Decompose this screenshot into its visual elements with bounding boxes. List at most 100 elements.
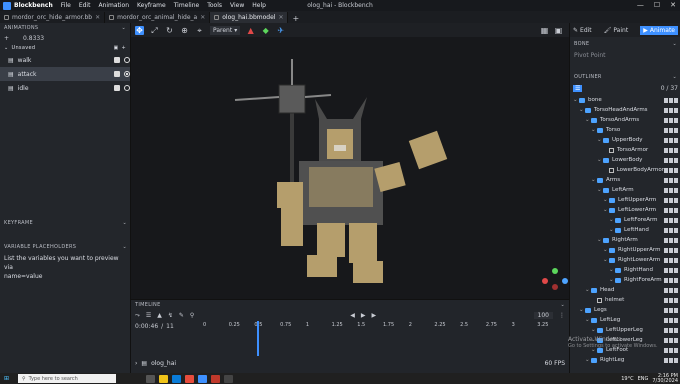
close-tab-icon[interactable]: ✕: [200, 14, 205, 21]
animation-group[interactable]: ⌄ Unsaved ▣ +: [0, 43, 130, 53]
visibility-lock-icons[interactable]: [664, 97, 680, 103]
pen-icon[interactable]: ✎: [179, 312, 184, 319]
menu-keyframe[interactable]: Keyframe: [137, 2, 166, 9]
animation-item-walk[interactable]: ▤ walk: [0, 53, 130, 67]
tab-mordor-orc-animal-hide[interactable]: mordor_orc_animal_hide_a ✕: [105, 12, 211, 23]
mirror-y-icon[interactable]: ◆: [261, 26, 270, 35]
visibility-lock-icons[interactable]: [664, 307, 680, 313]
pivot-tool-icon[interactable]: ⊕: [180, 26, 189, 35]
visibility-lock-icons[interactable]: [664, 117, 680, 123]
play-icon[interactable]: ▶: [361, 312, 366, 319]
chrome-icon[interactable]: [185, 374, 194, 383]
visibility-lock-icons[interactable]: [664, 337, 680, 343]
visibility-lock-icons[interactable]: [664, 267, 680, 273]
outliner-item[interactable]: ⌄ LeftForeArm: [570, 215, 680, 225]
outliner-item[interactable]: ⌄ RightArm: [570, 235, 680, 245]
panel-collapse-icon[interactable]: ⌄: [673, 41, 678, 47]
visibility-lock-icons[interactable]: [664, 167, 680, 173]
visibility-lock-icons[interactable]: [664, 197, 680, 203]
fullscreen-icon[interactable]: ▣: [554, 26, 563, 35]
outliner-item[interactable]: ⌄ LeftHand: [570, 225, 680, 235]
windows-start-icon[interactable]: ⊞: [4, 375, 14, 383]
play-toggle-icon[interactable]: [124, 71, 130, 77]
outliner-item[interactable]: ⌄ LeftLeg: [570, 315, 680, 325]
outliner-item[interactable]: ⌄ RightUpperArm: [570, 245, 680, 255]
keyframe-tool-icon[interactable]: ▲: [157, 312, 162, 319]
menu-timeline[interactable]: Timeline: [174, 2, 200, 9]
menu-help[interactable]: Help: [252, 2, 266, 9]
visibility-lock-icons[interactable]: [664, 137, 680, 143]
play-toggle-icon[interactable]: [124, 85, 130, 91]
rotate-tool-icon[interactable]: ↻: [165, 26, 174, 35]
file-explorer-icon[interactable]: [159, 374, 168, 383]
playback-speed-field[interactable]: 100: [533, 312, 553, 319]
language-indicator[interactable]: ENG: [638, 376, 649, 382]
taskbar-search[interactable]: ⚲ Type here to search: [18, 374, 116, 383]
mode-paint[interactable]: 🖌 Paint: [604, 27, 628, 34]
add-animation-icon[interactable]: +: [4, 35, 9, 42]
3d-viewport[interactable]: ✥ ⤢ ↻ ⊕ ⌖ Parent ▾ ▲ ◆ ✈ ▦ ▣: [131, 23, 569, 299]
tab-mordor-orc-hide-armor[interactable]: mordor_orc_hide_armor.bb ✕: [0, 12, 106, 23]
menu-animation[interactable]: Animation: [98, 2, 129, 9]
menu-file[interactable]: File: [61, 2, 71, 9]
visibility-lock-icons[interactable]: [664, 127, 680, 133]
save-animation-icon[interactable]: [114, 71, 120, 77]
outliner-item[interactable]: ⌄ RightForeArm: [570, 275, 680, 285]
next-frame-icon[interactable]: ▶: [372, 312, 377, 319]
menu-edit[interactable]: Edit: [79, 2, 91, 9]
visibility-lock-icons[interactable]: [664, 207, 680, 213]
outliner-item[interactable]: ⌄ LeftUpperLeg: [570, 325, 680, 335]
outliner-item[interactable]: ⌄ UpperBody: [570, 135, 680, 145]
panel-collapse-icon[interactable]: ⌄: [123, 244, 128, 250]
outliner-item[interactable]: ⌄ LeftArm: [570, 185, 680, 195]
olog-hai-model[interactable]: [131, 37, 569, 299]
visibility-lock-icons[interactable]: [664, 277, 680, 283]
outliner-item[interactable]: ⌄ LeftLowerArm: [570, 205, 680, 215]
outliner-item[interactable]: ⌄ RightLowerArm: [570, 255, 680, 265]
view-options-icon[interactable]: ▦: [540, 26, 549, 35]
visibility-lock-icons[interactable]: [664, 187, 680, 193]
outliner-item[interactable]: ⌄ Arms: [570, 175, 680, 185]
axis-neg-icon[interactable]: [552, 284, 558, 290]
mode-edit[interactable]: ✎ Edit: [573, 27, 592, 34]
add-icon[interactable]: +: [122, 45, 127, 51]
panel-collapse-icon[interactable]: ⌄: [123, 220, 128, 226]
visibility-lock-icons[interactable]: [664, 147, 680, 153]
vertex-snap-icon[interactable]: ⌖: [195, 26, 204, 35]
save-icon[interactable]: ▣: [113, 45, 118, 51]
outliner-item[interactable]: ⌄ LowerBody: [570, 155, 680, 165]
axis-gizmo[interactable]: [542, 268, 568, 290]
outliner-item[interactable]: TorsoArmor: [570, 145, 680, 155]
timeline-playhead[interactable]: [257, 321, 260, 356]
animation-item-idle[interactable]: ▤ idle: [0, 81, 130, 95]
visibility-lock-icons[interactable]: [664, 327, 680, 333]
visibility-lock-icons[interactable]: [664, 297, 680, 303]
play-toggle-icon[interactable]: [124, 57, 130, 63]
axis-y-icon[interactable]: [552, 268, 558, 274]
outliner-item[interactable]: ⌄ bone: [570, 95, 680, 105]
save-animation-icon[interactable]: [114, 85, 120, 91]
move-tool-icon[interactable]: ✥: [135, 25, 144, 35]
task-view-icon[interactable]: [146, 374, 155, 383]
mirror-x-icon[interactable]: ▲: [246, 26, 255, 35]
axis-z-icon[interactable]: [562, 278, 568, 284]
panel-collapse-icon[interactable]: ⌄: [122, 25, 127, 31]
edge-icon[interactable]: [172, 374, 181, 383]
minimize-icon[interactable]: —: [637, 1, 644, 9]
outliner-item[interactable]: ⌄ Head: [570, 285, 680, 295]
outliner-list-icon[interactable]: ☰: [573, 84, 583, 92]
outliner-item[interactable]: ⌄ TorsoHeadAndArms: [570, 105, 680, 115]
blockbench-taskbar-icon[interactable]: [198, 374, 207, 383]
resize-tool-icon[interactable]: ⤢: [150, 26, 159, 35]
prev-frame-icon[interactable]: ◀: [350, 312, 355, 319]
panel-collapse-icon[interactable]: ⌄: [673, 74, 678, 80]
outliner-item[interactable]: ⌄ Torso: [570, 125, 680, 135]
placeholders-textarea[interactable]: List the variables you want to preview v…: [4, 254, 127, 281]
outliner-item[interactable]: ⌄ TorsoAndArms: [570, 115, 680, 125]
outliner-item[interactable]: LowerBodyArmor: [570, 165, 680, 175]
settings-icon[interactable]: [224, 374, 233, 383]
maximize-icon[interactable]: ☐: [654, 1, 660, 9]
link-icon[interactable]: ⚲: [190, 312, 194, 319]
animation-length-value[interactable]: 0.8333: [23, 35, 44, 42]
pivot-mode-dropdown[interactable]: Parent ▾: [210, 25, 241, 35]
